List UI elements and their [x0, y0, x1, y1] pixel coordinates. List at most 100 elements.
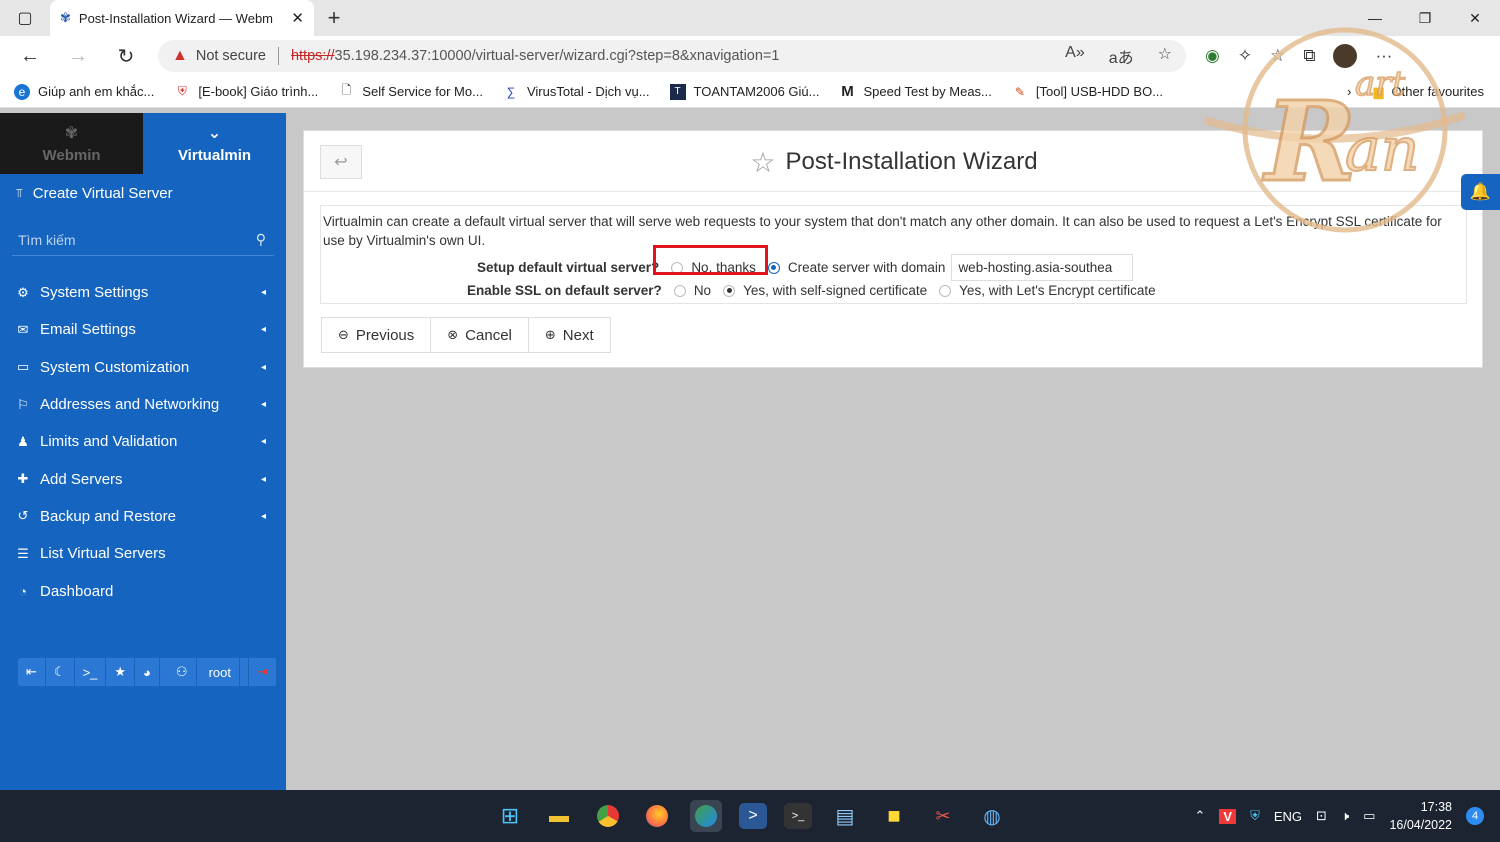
close-tab-icon[interactable]: ✕ [291, 9, 304, 27]
time: 17:38 [1420, 800, 1452, 814]
sidebar-item-system-customization[interactable]: ▭ System Customization ◂ [0, 349, 286, 386]
sidebar-item-list-virtual-servers[interactable]: ☰ List Virtual Servers [0, 535, 286, 572]
bookmark-item[interactable]: ✎ [Tool] USB-HDD BO... [1012, 84, 1163, 100]
language-indicator[interactable]: ENG [1274, 809, 1302, 824]
setup-create-label[interactable]: Create server with domain [788, 260, 946, 275]
close-window-icon[interactable]: ✕ [1450, 0, 1500, 36]
sidebar-item-dashboard[interactable]: ◔ Dashboard [0, 572, 286, 609]
profile-avatar[interactable] [1333, 44, 1358, 68]
sidebar-item-add-servers[interactable]: ✚ Add Servers ◂ [0, 460, 286, 497]
ssl-selfsigned-radio[interactable] [723, 284, 736, 297]
ssl-no-radio[interactable] [673, 284, 686, 297]
star-outline-icon[interactable]: ☆ [750, 146, 775, 179]
previous-button[interactable]: ⊖ Previous [322, 318, 432, 352]
extension-globe-icon[interactable]: ◉ [1205, 46, 1220, 66]
snipping-tool-icon[interactable]: ✂ [927, 800, 959, 832]
back-icon[interactable]: ← [6, 45, 54, 68]
user-menu[interactable]: ⚇ root [160, 658, 249, 686]
firefox-icon[interactable] [641, 800, 673, 832]
add-favorite-icon[interactable]: ☆ [1158, 44, 1172, 68]
sidebar-item-email-settings[interactable]: ✉ Email Settings ◂ [0, 311, 286, 348]
minimize-icon[interactable]: — [1350, 0, 1400, 36]
back-button[interactable]: ↩ [320, 145, 362, 179]
next-button[interactable]: ⊕ Next [528, 318, 610, 352]
sidebar-item-system-settings[interactable]: ⚙ System Settings ◂ [0, 274, 286, 311]
clock[interactable]: 17:38 16/04/2022 [1389, 798, 1452, 834]
ssl-no-label[interactable]: No [694, 283, 711, 298]
collapse-icon[interactable]: ⇤ [18, 658, 46, 686]
volume-muted-icon[interactable]: 🕨 [1341, 808, 1349, 824]
highlight-box [653, 245, 768, 275]
bookmark-label: TOANTAM2006 Giú... [693, 84, 820, 99]
setup-create-radio[interactable] [767, 261, 780, 274]
sidebar-item-limits-validation[interactable]: ♟ Limits and Validation ◂ [0, 423, 286, 460]
ssl-letsencrypt-radio[interactable] [939, 284, 952, 297]
new-tab-button[interactable]: + [314, 5, 354, 31]
restore-icon[interactable]: ❐ [1400, 0, 1450, 36]
edge-taskbar-icon[interactable] [690, 800, 722, 832]
tab-actions-icon[interactable]: ▢ [0, 0, 50, 36]
star-icon[interactable]: ★ [106, 658, 136, 686]
file-explorer-icon[interactable]: ▬ [543, 800, 575, 832]
browser-tab[interactable]: ✾ Post-Installation Wizard — Webm ✕ [50, 0, 314, 36]
sticky-notes-icon[interactable]: ■ [878, 800, 910, 832]
create-virtual-server-label: Create Virtual Server [32, 184, 173, 202]
extensions-icon[interactable]: ✧ [1238, 46, 1252, 66]
sidebar-item-label: Limits and Validation [40, 433, 178, 451]
create-virtual-server-link[interactable]: ⫪ Create Virtual Server [0, 174, 286, 212]
sidebar-search[interactable]: Tìm kiếm ⚲ [12, 224, 274, 256]
notifications-bell-icon[interactable]: 🔔 [1461, 174, 1500, 210]
sidebar-item-backup-restore[interactable]: ↺ Backup and Restore ◂ [0, 498, 286, 535]
tab-virtualmin[interactable]: ⌄ Virtualmin [143, 113, 286, 174]
powershell-icon[interactable]: > [739, 803, 767, 829]
bookmark-item[interactable]: 🗋 Self Service for Mo... [338, 83, 482, 100]
network-app-icon[interactable]: ◍ [976, 800, 1008, 832]
read-aloud-icon[interactable]: A» [1065, 44, 1085, 68]
cancel-button[interactable]: ⊗ Cancel [431, 318, 529, 352]
address-bar[interactable]: ▲ Not secure https:// 35.198.234.37:1000… [158, 40, 1186, 72]
more-menu-icon[interactable]: ··· [1375, 46, 1392, 66]
terminal-app-icon[interactable]: >_ [784, 803, 812, 829]
translate-icon[interactable]: aあ [1109, 44, 1134, 68]
ssl-letsencrypt-label[interactable]: Yes, with Let's Encrypt certificate [959, 283, 1155, 298]
sidebar-item-addresses-networking[interactable]: ⚐ Addresses and Networking ◂ [0, 386, 286, 423]
notification-count-badge[interactable]: 4 [1466, 807, 1484, 825]
search-icon[interactable]: ⚲ [256, 231, 266, 248]
history-icon: ↺ [17, 508, 29, 524]
collections-icon[interactable]: ⧉ [1303, 46, 1315, 66]
chrome-icon[interactable] [592, 800, 624, 832]
ssl-selfsigned-label[interactable]: Yes, with self-signed certificate [743, 283, 927, 298]
chevron-up-icon[interactable]: ⌃ [1195, 808, 1206, 824]
windows-start-icon[interactable]: ⊞ [494, 800, 526, 832]
battery-icon[interactable]: ▭ [1363, 808, 1375, 824]
cancel-label: Cancel [465, 326, 512, 344]
system-tray: ⌃ V ⛨ ENG ⊡ 🕨 ▭ 17:38 16/04/2022 4 [1195, 790, 1484, 842]
bookmark-item[interactable]: e Giúp anh em khắc... [14, 83, 154, 100]
bookmark-item[interactable]: M Speed Test by Meas... [840, 83, 992, 100]
defender-icon[interactable]: ⛨ [1250, 808, 1260, 824]
search-input[interactable]: Tìm kiếm [18, 232, 76, 248]
tab-webmin-label: Webmin [42, 147, 101, 164]
notepad-icon[interactable]: ▤ [829, 800, 861, 832]
logout-icon[interactable]: ⇥ [249, 658, 277, 686]
other-favourites[interactable]: › ▆ Other favourites [1347, 84, 1484, 100]
network-icon[interactable]: ⊡ [1316, 808, 1327, 824]
refresh-icon[interactable]: ↻ [102, 44, 150, 69]
forward-icon[interactable]: → [54, 45, 102, 68]
sidebar-item-label: List Virtual Servers [40, 545, 166, 563]
chevron-right-icon[interactable]: › [1347, 84, 1351, 99]
caret-left-icon: ◂ [260, 287, 266, 299]
vivaldi-tray-icon[interactable]: V [1219, 808, 1237, 824]
tab-webmin[interactable]: ✾ Webmin [0, 113, 143, 174]
bookmark-item[interactable]: T TOANTAM2006 Giú... [669, 83, 820, 100]
moon-icon[interactable]: ☾ [46, 658, 75, 686]
terminal-icon[interactable]: >_ [75, 658, 107, 686]
dashboard-icon: ◔ [19, 583, 27, 599]
bookmark-item[interactable]: ∑ VirusTotal - Dịch vụ... [503, 84, 650, 100]
bookmark-item[interactable]: ⛨ [E-book] Giáo trình... [174, 84, 318, 100]
domain-input[interactable]: web-hosting.asia-southea [951, 254, 1134, 281]
favorites-icon[interactable]: ☆ [1270, 46, 1285, 66]
warning-icon: ▲ [172, 47, 188, 64]
palette-icon[interactable]: ◕ [135, 658, 160, 686]
not-secure-label[interactable]: Not secure [196, 48, 266, 64]
